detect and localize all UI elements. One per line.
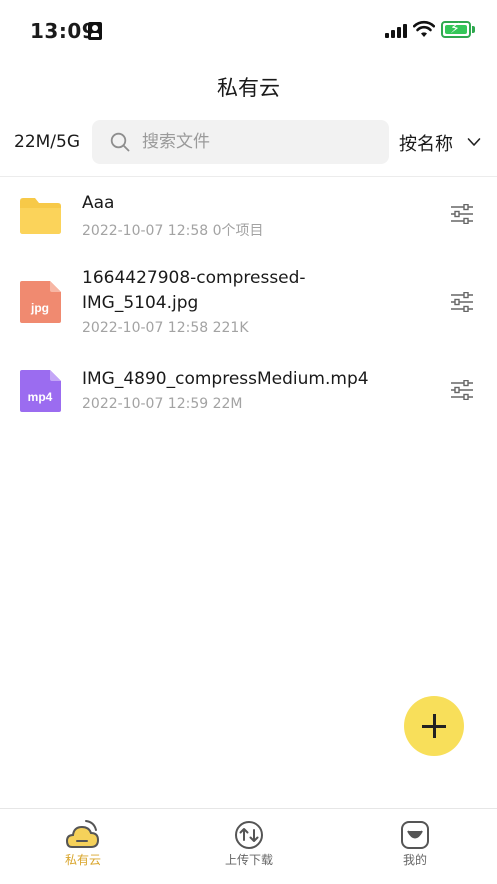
status-time: 13:09 bbox=[30, 19, 97, 43]
contact-card-icon bbox=[88, 22, 102, 40]
storage-usage: 22M/5G bbox=[14, 132, 81, 152]
file-row-mp4[interactable]: mp4 IMG_4890_compressMedium.mp4 2022-10-… bbox=[0, 360, 497, 430]
settings-sliders-icon[interactable] bbox=[450, 380, 474, 400]
profile-face-icon bbox=[401, 821, 429, 849]
status-bar: 13:09 ⚡ bbox=[0, 0, 497, 62]
sort-dropdown[interactable]: 按名称 bbox=[399, 130, 453, 156]
file-type-badge: mp4 bbox=[28, 390, 53, 404]
tab-label: 上传下载 bbox=[224, 853, 273, 867]
file-name: IMG_4890_compressMedium.mp4 bbox=[82, 369, 369, 389]
cellular-signal-icon bbox=[385, 24, 407, 38]
file-row-folder[interactable]: Aaa 2022-10-07 12:58 0个项目 bbox=[0, 185, 497, 253]
tab-private-cloud[interactable]: 私有云 bbox=[0, 809, 166, 884]
toolbar-divider bbox=[0, 176, 497, 177]
search-box[interactable] bbox=[92, 120, 389, 164]
file-meta: 2022-10-07 12:59 22M bbox=[82, 396, 243, 412]
folder-icon bbox=[20, 198, 61, 234]
tab-transfers[interactable]: 上传下载 bbox=[166, 809, 332, 884]
file-name: Aaa bbox=[82, 193, 115, 213]
upload-download-icon bbox=[235, 821, 263, 849]
tab-label: 我的 bbox=[402, 853, 427, 867]
add-button[interactable] bbox=[404, 696, 464, 756]
file-row-jpg[interactable]: jpg 1664427908-compressed-IMG_5104.jpg 2… bbox=[0, 262, 497, 348]
tab-mine[interactable]: 我的 bbox=[332, 809, 497, 884]
file-meta: 2022-10-07 12:58 0个项目 bbox=[82, 223, 264, 239]
jpg-file-icon: jpg bbox=[20, 281, 61, 323]
battery-tip bbox=[472, 26, 475, 33]
page-title: 私有云 bbox=[217, 76, 280, 100]
settings-sliders-icon[interactable] bbox=[450, 292, 474, 312]
tab-label: 私有云 bbox=[64, 853, 101, 867]
chevron-down-icon[interactable] bbox=[467, 135, 481, 149]
mp4-file-icon: mp4 bbox=[20, 370, 61, 412]
file-name: 1664427908-compressed-IMG_5104.jpg bbox=[82, 268, 306, 313]
wifi-icon bbox=[413, 20, 435, 37]
cloud-icon bbox=[66, 820, 100, 848]
settings-sliders-icon[interactable] bbox=[450, 204, 474, 224]
file-type-badge: jpg bbox=[30, 301, 49, 315]
search-icon bbox=[110, 132, 130, 152]
battery-charging-icon: ⚡ bbox=[441, 21, 471, 38]
tab-bar: 私有云 上传下载 我的 bbox=[0, 808, 497, 884]
search-input[interactable] bbox=[142, 120, 372, 164]
file-meta: 2022-10-07 12:58 221K bbox=[82, 320, 249, 336]
